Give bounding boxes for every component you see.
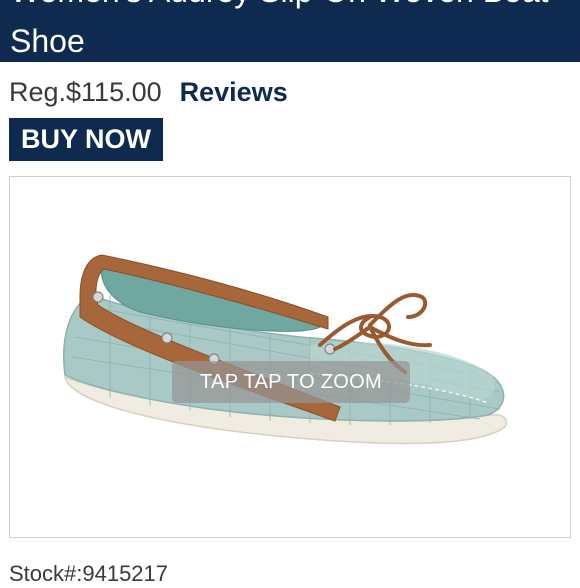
product-image-frame[interactable]: TAP TAP TO ZOOM: [9, 176, 571, 538]
stock-number: Stock#:9415217: [9, 561, 169, 586]
buy-now-button[interactable]: BUY NOW: [9, 118, 163, 161]
zoom-hint: TAP TAP TO ZOOM: [172, 361, 410, 403]
product-title: Women's Audrey Slip-On Woven Boat Shoe: [10, 0, 549, 59]
reviews-link[interactable]: Reviews: [180, 77, 288, 108]
page-header: Women's Audrey Slip-On Woven Boat Shoe: [0, 0, 580, 62]
product-price: Reg.$115.00: [9, 76, 162, 107]
price-row: Reg.$115.00 Reviews: [9, 72, 288, 112]
shoe-image: [63, 254, 508, 445]
